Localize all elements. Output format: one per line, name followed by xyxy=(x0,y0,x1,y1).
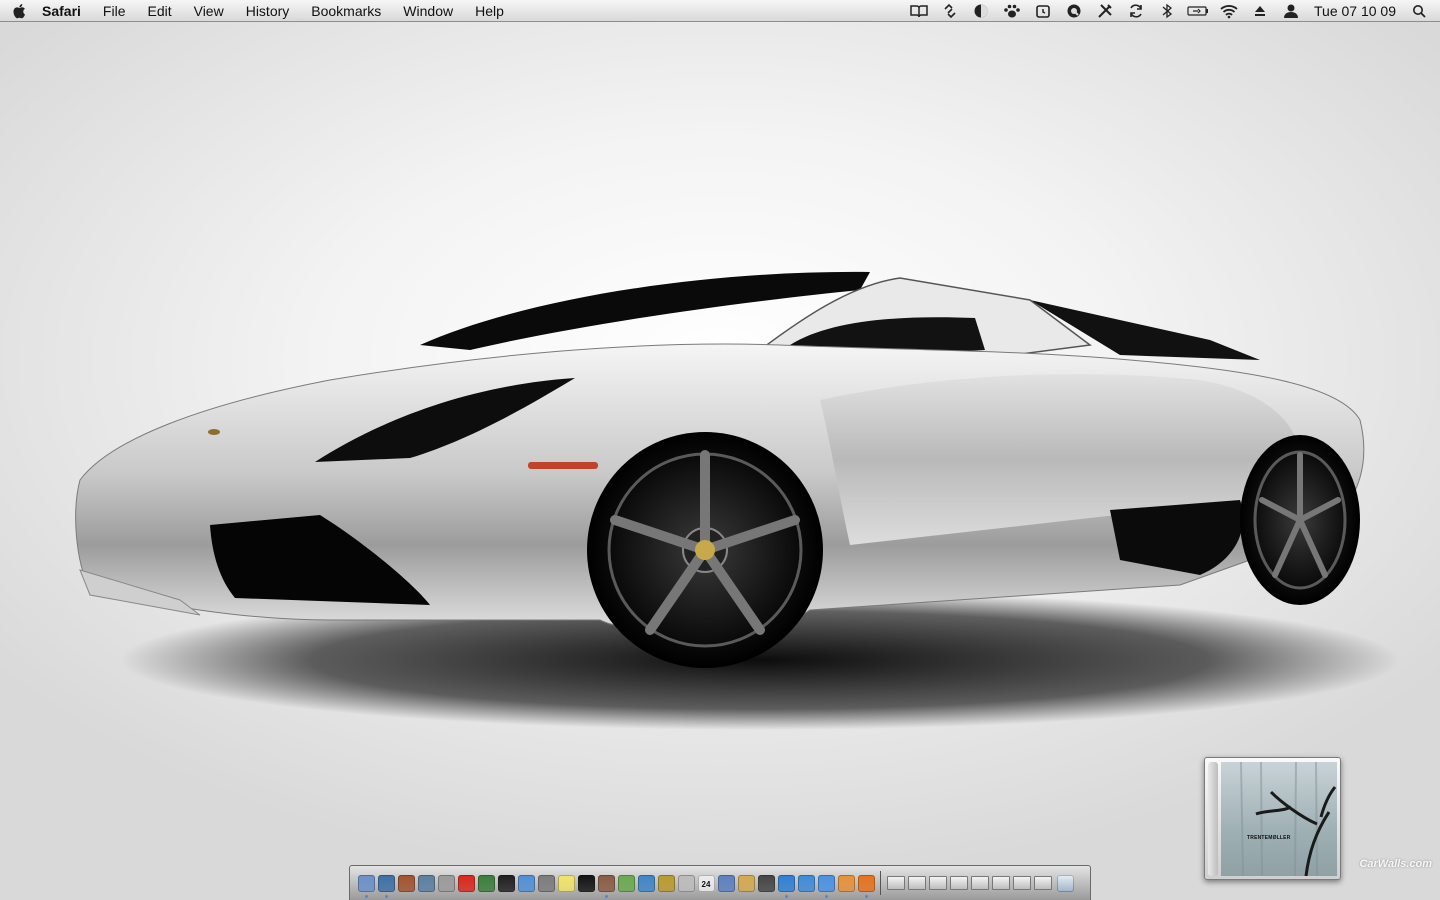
dock-minimized-window[interactable] xyxy=(1033,876,1052,890)
menu-file[interactable]: File xyxy=(92,0,137,22)
dock-running-indicator xyxy=(824,894,828,898)
dock-minimized-window[interactable] xyxy=(991,876,1010,890)
dock-running-indicator xyxy=(784,894,788,898)
dock-ical-icon[interactable]: 24 xyxy=(697,874,715,892)
album-artist-label: TRENTEMØLLER xyxy=(1247,835,1291,841)
sync-icon[interactable] xyxy=(1120,0,1151,22)
dock-calendar-date: 24 xyxy=(701,879,711,889)
dock-brown-app-icon[interactable] xyxy=(397,874,415,892)
dock-address-book-icon[interactable] xyxy=(437,874,455,892)
dock-gold-app-icon[interactable] xyxy=(657,874,675,892)
dock-minimized-window[interactable] xyxy=(907,876,926,890)
album-cover: TRENTEMØLLER xyxy=(1221,762,1337,876)
dock-colorsync-icon[interactable] xyxy=(837,874,855,892)
dock-system-prefs-icon[interactable] xyxy=(537,874,555,892)
trash-icon[interactable] xyxy=(1057,874,1074,892)
dock-toolbar-app-icon[interactable] xyxy=(637,874,655,892)
dock-mail-icon[interactable] xyxy=(717,874,735,892)
dock-itunes-icon[interactable] xyxy=(817,874,835,898)
dock-separator xyxy=(880,871,881,895)
dock-running-indicator xyxy=(864,894,868,898)
dock-minimized-window[interactable] xyxy=(1012,876,1031,890)
dock-minimized-window[interactable] xyxy=(928,876,947,890)
dock-minimized-window[interactable] xyxy=(886,876,905,890)
dock-red-app-icon[interactable] xyxy=(457,874,475,892)
dock-minimized-window[interactable] xyxy=(949,876,968,890)
menu-bar: Safari File Edit View History Bookmarks … xyxy=(0,0,1440,22)
album-art-widget[interactable]: TRENTEMØLLER xyxy=(1204,757,1341,880)
link-icon[interactable] xyxy=(934,0,965,22)
dock-terminal-icon[interactable] xyxy=(577,874,595,892)
spotlight-search-icon[interactable] xyxy=(1408,0,1430,22)
dock-firefox-icon[interactable] xyxy=(857,874,875,898)
menu-view[interactable]: View xyxy=(183,0,235,22)
dictionary-icon[interactable] xyxy=(903,0,934,22)
tools-icon[interactable] xyxy=(1089,0,1120,22)
apple-icon[interactable] xyxy=(0,0,38,22)
menu-clock[interactable]: Tue 07 10 09 xyxy=(1306,3,1408,19)
dock-green-app-icon[interactable] xyxy=(617,874,635,892)
menu-history[interactable]: History xyxy=(235,0,301,22)
dock-time-machine-icon[interactable] xyxy=(477,874,495,892)
car-rear-wheel xyxy=(1240,435,1360,605)
menu-window[interactable]: Window xyxy=(392,0,464,22)
q-app-icon[interactable] xyxy=(1058,0,1089,22)
dock-screens-icon[interactable] xyxy=(517,874,535,892)
dock-running-indicator xyxy=(384,894,388,898)
eject-icon[interactable] xyxy=(1244,0,1275,22)
menu-help[interactable]: Help xyxy=(464,0,515,22)
dock-finder-icon[interactable] xyxy=(357,874,375,898)
dock-activity-monitor-icon[interactable] xyxy=(497,874,515,892)
car-front-wheel xyxy=(587,432,823,668)
dock-calculator-icon[interactable] xyxy=(677,874,695,892)
dock-notes-icon[interactable] xyxy=(737,874,755,892)
dock-preview-icon[interactable] xyxy=(417,874,435,892)
battery-icon[interactable] xyxy=(1182,0,1213,22)
dock-search-app-icon[interactable] xyxy=(797,874,815,892)
dock-dashboard-icon[interactable] xyxy=(377,874,395,898)
car-indicator xyxy=(528,462,598,469)
dock-running-indicator xyxy=(364,894,368,898)
dock-dark-app-icon[interactable] xyxy=(757,874,775,892)
wallpaper-watermark: CarWalls.com xyxy=(1359,858,1432,870)
menu-bookmarks[interactable]: Bookmarks xyxy=(300,0,392,22)
paw-icon[interactable] xyxy=(996,0,1027,22)
alarm-clock-icon[interactable] xyxy=(1027,0,1058,22)
dock-photo-app-icon[interactable] xyxy=(597,874,615,898)
car-badge xyxy=(208,429,220,435)
user-icon[interactable] xyxy=(1275,0,1306,22)
dock-minimized-window[interactable] xyxy=(970,876,989,890)
dock-stickies-icon[interactable] xyxy=(557,874,575,892)
menu-app-name[interactable]: Safari xyxy=(38,0,92,22)
menu-edit[interactable]: Edit xyxy=(136,0,182,22)
bluetooth-icon[interactable] xyxy=(1151,0,1182,22)
dock: 24 xyxy=(349,865,1091,900)
dock-running-indicator xyxy=(604,894,608,898)
dock-safari-icon[interactable] xyxy=(777,874,795,898)
wifi-icon[interactable] xyxy=(1213,0,1244,22)
album-widget-scrollbar[interactable] xyxy=(1208,762,1218,876)
moon-icon[interactable] xyxy=(965,0,996,22)
